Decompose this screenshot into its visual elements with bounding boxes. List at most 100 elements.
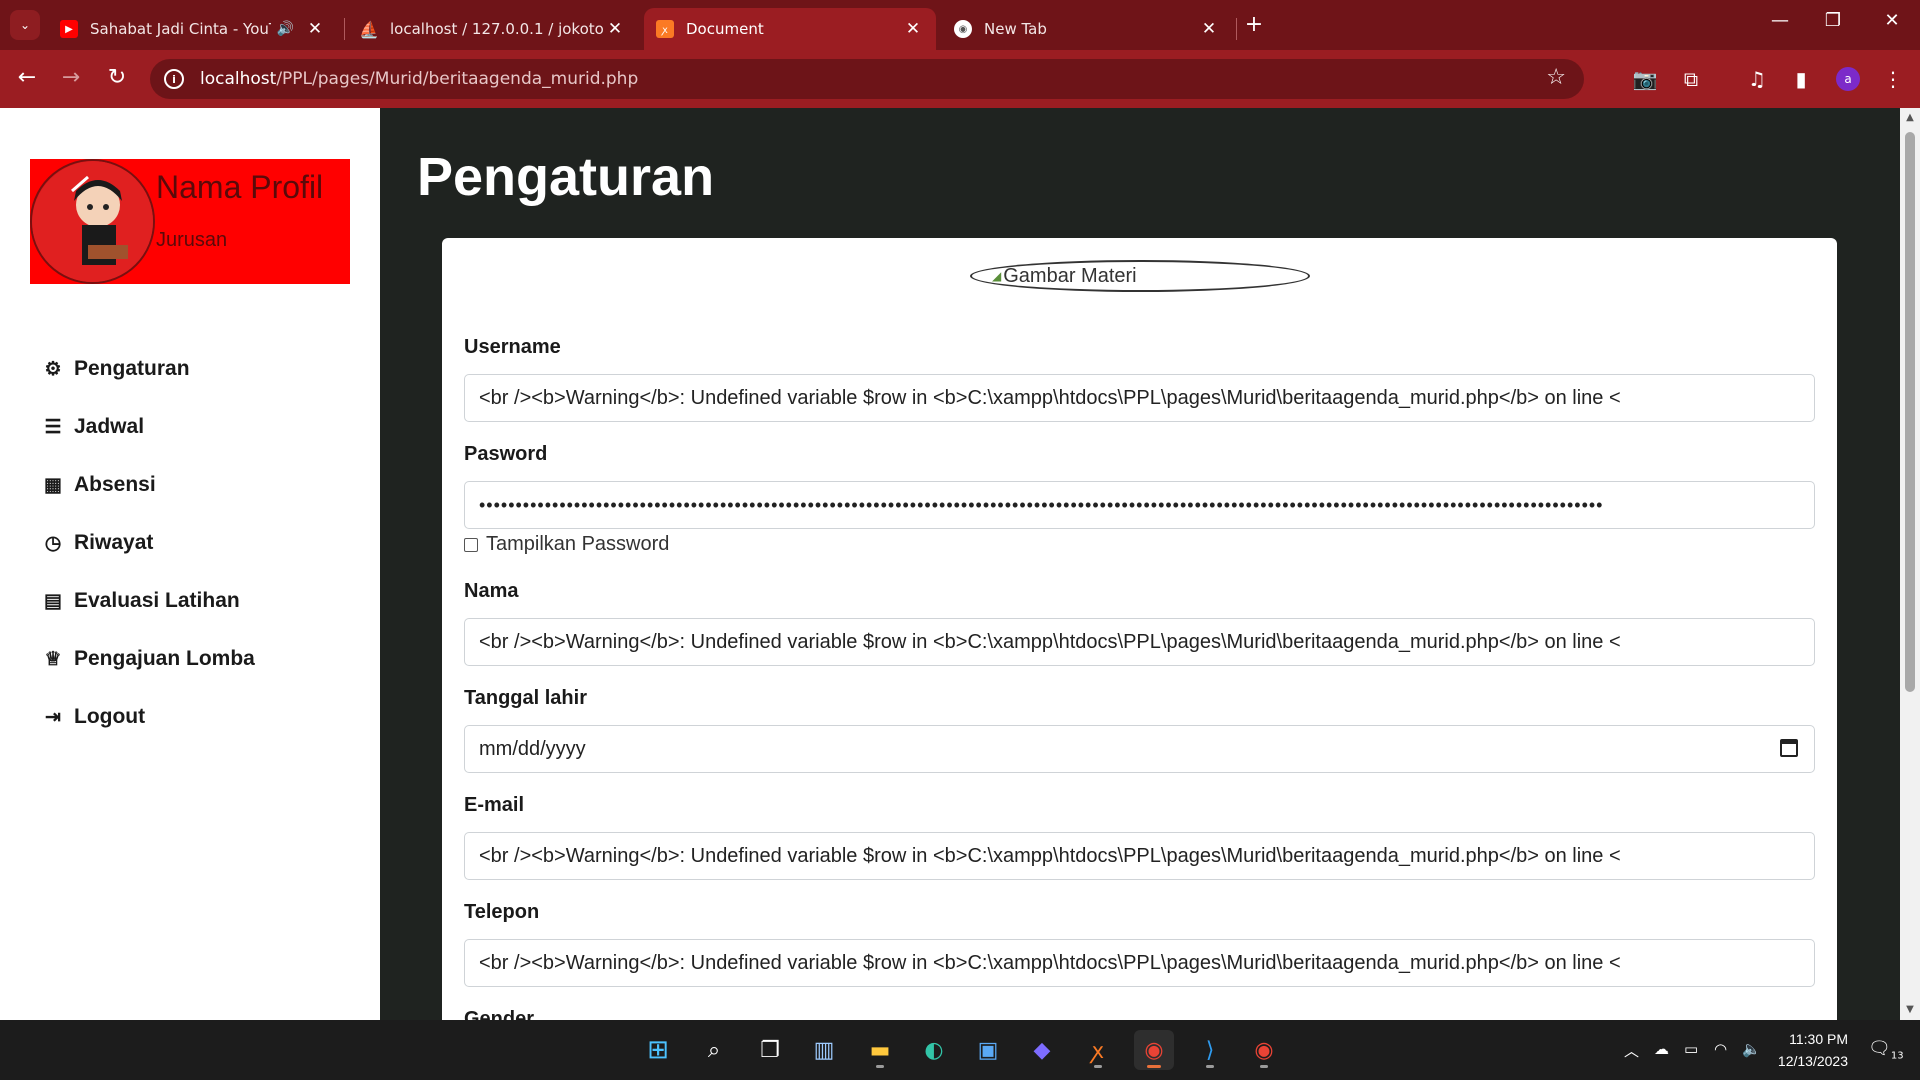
speaker-icon[interactable]: 🔊 [277, 21, 294, 37]
youtube-icon: ▶ [60, 20, 78, 38]
camera-extension-icon[interactable]: 📷 [1630, 64, 1660, 94]
windows-taskbar: ⊞ ⌕ ❐ ▥ ▬ ◐ ▣ ◆ ꭗ ◉ ⟩ ◉ ︿ ☁ ▭ ◠ 🔈 11:30 … [0, 1020, 1920, 1080]
tab-new-tab[interactable]: ◉ New Tab ✕ [942, 8, 1232, 50]
file-explorer-icon[interactable]: ▬ [860, 1030, 900, 1070]
vscode-icon[interactable]: ⟩ [1190, 1030, 1230, 1070]
site-info-icon[interactable]: i [164, 69, 184, 89]
telepon-label: Telepon [464, 901, 540, 923]
close-window-icon[interactable]: ✕ [1872, 10, 1912, 31]
close-tab-icon[interactable]: ✕ [902, 19, 924, 39]
new-tab-button[interactable]: + [1240, 12, 1268, 40]
document-icon: ▤ [44, 590, 62, 612]
close-tab-icon[interactable]: ✕ [1198, 19, 1220, 39]
running-indicator [1094, 1065, 1102, 1068]
search-icon[interactable]: ⌕ [694, 1030, 734, 1070]
volume-icon[interactable]: 🔈 [1742, 1040, 1761, 1058]
notification-center-icon[interactable]: 🗨13 [1868, 1038, 1904, 1062]
username-label: Username [464, 336, 561, 358]
restore-icon[interactable]: ❐ [1813, 10, 1853, 31]
running-indicator [876, 1065, 884, 1068]
sidebar-item-absensi[interactable]: ▦ Absensi [40, 456, 255, 514]
reload-icon[interactable]: ↻ [102, 64, 132, 94]
show-password-checkbox[interactable] [464, 537, 478, 552]
task-view-icon[interactable]: ❐ [750, 1030, 790, 1070]
running-indicator [1147, 1065, 1161, 1068]
sidebar-item-label: Absensi [74, 473, 156, 496]
notification-count: 13 [1890, 1050, 1904, 1062]
password-field[interactable]: ••••••••••••••••••••••••••••••••••••••••… [464, 481, 1815, 529]
address-bar[interactable]: i localhost/PPL/pages/Murid/beritaagenda… [150, 59, 1584, 99]
tab-search-button[interactable]: ⌄ [10, 10, 40, 40]
nama-label: Nama [464, 580, 519, 602]
username-field[interactable]: <br /><b>Warning</b>: Undefined variable… [464, 374, 1815, 422]
side-panel-icon[interactable]: ▮ [1786, 64, 1816, 94]
tray-overflow-icon[interactable]: ︿ [1624, 1040, 1639, 1061]
bookmark-star-icon[interactable]: ☆ [1546, 65, 1566, 90]
sidebar-item-label: Logout [74, 705, 146, 728]
store-icon[interactable]: ▣ [968, 1030, 1008, 1070]
broken-image-icon: ◢ [992, 269, 1002, 283]
sidebar-item-riwayat[interactable]: ◷ Riwayat [40, 514, 255, 572]
nama-field[interactable]: <br /><b>Warning</b>: Undefined variable… [464, 618, 1815, 666]
tab-document[interactable]: ꭗ Document ✕ [644, 8, 936, 50]
sidebar-item-label: Pengajuan Lomba [74, 647, 255, 670]
battery-icon[interactable]: ▭ [1684, 1040, 1698, 1058]
tanggal-lahir-field[interactable]: mm/dd/yyyy [464, 725, 1815, 773]
back-icon[interactable]: ← [12, 64, 42, 94]
forward-icon[interactable]: → [56, 64, 86, 94]
sidebar-item-pengajuan-lomba[interactable]: ♕ Pengajuan Lomba [40, 630, 255, 688]
calendar-picker-icon[interactable] [1780, 739, 1798, 757]
tab-title: localhost / 127.0.0.1 / jokotole / [390, 20, 604, 38]
close-tab-icon[interactable]: ✕ [604, 19, 626, 39]
gear-icon: ⚙ [44, 358, 62, 380]
clock-icon: ◷ [44, 532, 62, 554]
password-label: Pasword [464, 443, 548, 465]
tab-title: Sahabat Jadi Cinta - YouTube [90, 20, 271, 38]
sidebar-item-label: Pengaturan [74, 357, 190, 380]
browser-tabstrip: ⌄ ▶ Sahabat Jadi Cinta - YouTube 🔊 ✕ ⛵ l… [0, 0, 1920, 50]
trophy-icon: ♕ [44, 648, 62, 670]
sidebar-item-evaluasi-latihan[interactable]: ▤ Evaluasi Latihan [40, 572, 255, 630]
email-label: E-mail [464, 794, 525, 816]
edge-icon[interactable]: ◐ [914, 1030, 954, 1070]
page-scrollbar[interactable]: ▲ ▼ [1900, 108, 1920, 1020]
media-control-icon[interactable]: ♫ [1742, 64, 1772, 94]
menu-kebab-icon[interactable]: ⋮ [1878, 64, 1908, 94]
tab-phpmyadmin[interactable]: ⛵ localhost / 127.0.0.1 / jokotole / ✕ [348, 8, 638, 50]
image-alt-text: Gambar Materi [1003, 264, 1137, 287]
scroll-up-icon[interactable]: ▲ [1904, 112, 1916, 123]
chrome-taskbar-icon[interactable]: ◉ [1134, 1030, 1174, 1070]
gender-label: Gender [464, 1008, 535, 1020]
xampp-icon: ꭗ [656, 20, 674, 38]
profile-card: Nama Profil Jurusan [30, 159, 350, 284]
extensions-puzzle-icon[interactable]: ⧉ [1676, 64, 1706, 94]
windows-start-icon[interactable]: ⊞ [638, 1030, 678, 1070]
email-field[interactable]: <br /><b>Warning</b>: Undefined variable… [464, 832, 1815, 880]
system-clock[interactable]: 11:30 PM 12/13/2023 [1768, 1028, 1848, 1072]
sidebar-item-jadwal[interactable]: ☰ Jadwal [40, 398, 255, 456]
profile-avatar[interactable]: a [1836, 67, 1860, 91]
chrome-profile-icon[interactable]: ◉ [1244, 1030, 1284, 1070]
wifi-icon[interactable]: ◠ [1714, 1040, 1727, 1058]
page-title: Pengaturan [417, 147, 715, 207]
chrome-icon: ◉ [954, 20, 972, 38]
scroll-down-icon[interactable]: ▼ [1904, 1004, 1916, 1015]
phpmyadmin-icon: ⛵ [359, 19, 379, 39]
avatar-illustration [32, 161, 153, 282]
sidebar-item-logout[interactable]: ⇥ Logout [40, 688, 255, 746]
tab-title: Document [686, 20, 764, 38]
onedrive-icon[interactable]: ☁ [1654, 1040, 1669, 1058]
minimize-icon[interactable]: — [1760, 10, 1800, 31]
close-tab-icon[interactable]: ✕ [304, 19, 326, 39]
scrollbar-thumb[interactable] [1905, 132, 1915, 692]
running-indicator [1206, 1065, 1214, 1068]
tab-youtube[interactable]: ▶ Sahabat Jadi Cinta - YouTube 🔊 ✕ [48, 8, 338, 50]
sidebar-item-pengaturan[interactable]: ⚙ Pengaturan [40, 340, 255, 398]
widgets-icon[interactable]: ▥ [804, 1030, 844, 1070]
sidebar-item-label: Evaluasi Latihan [74, 589, 240, 612]
telepon-field[interactable]: <br /><b>Warning</b>: Undefined variable… [464, 939, 1815, 987]
url-text[interactable]: localhost/PPL/pages/Murid/beritaagenda_m… [200, 69, 638, 89]
copilot-icon[interactable]: ◆ [1022, 1030, 1062, 1070]
show-password-toggle[interactable]: Tampilkan Password [464, 533, 669, 556]
xampp-taskbar-icon[interactable]: ꭗ [1078, 1030, 1118, 1070]
